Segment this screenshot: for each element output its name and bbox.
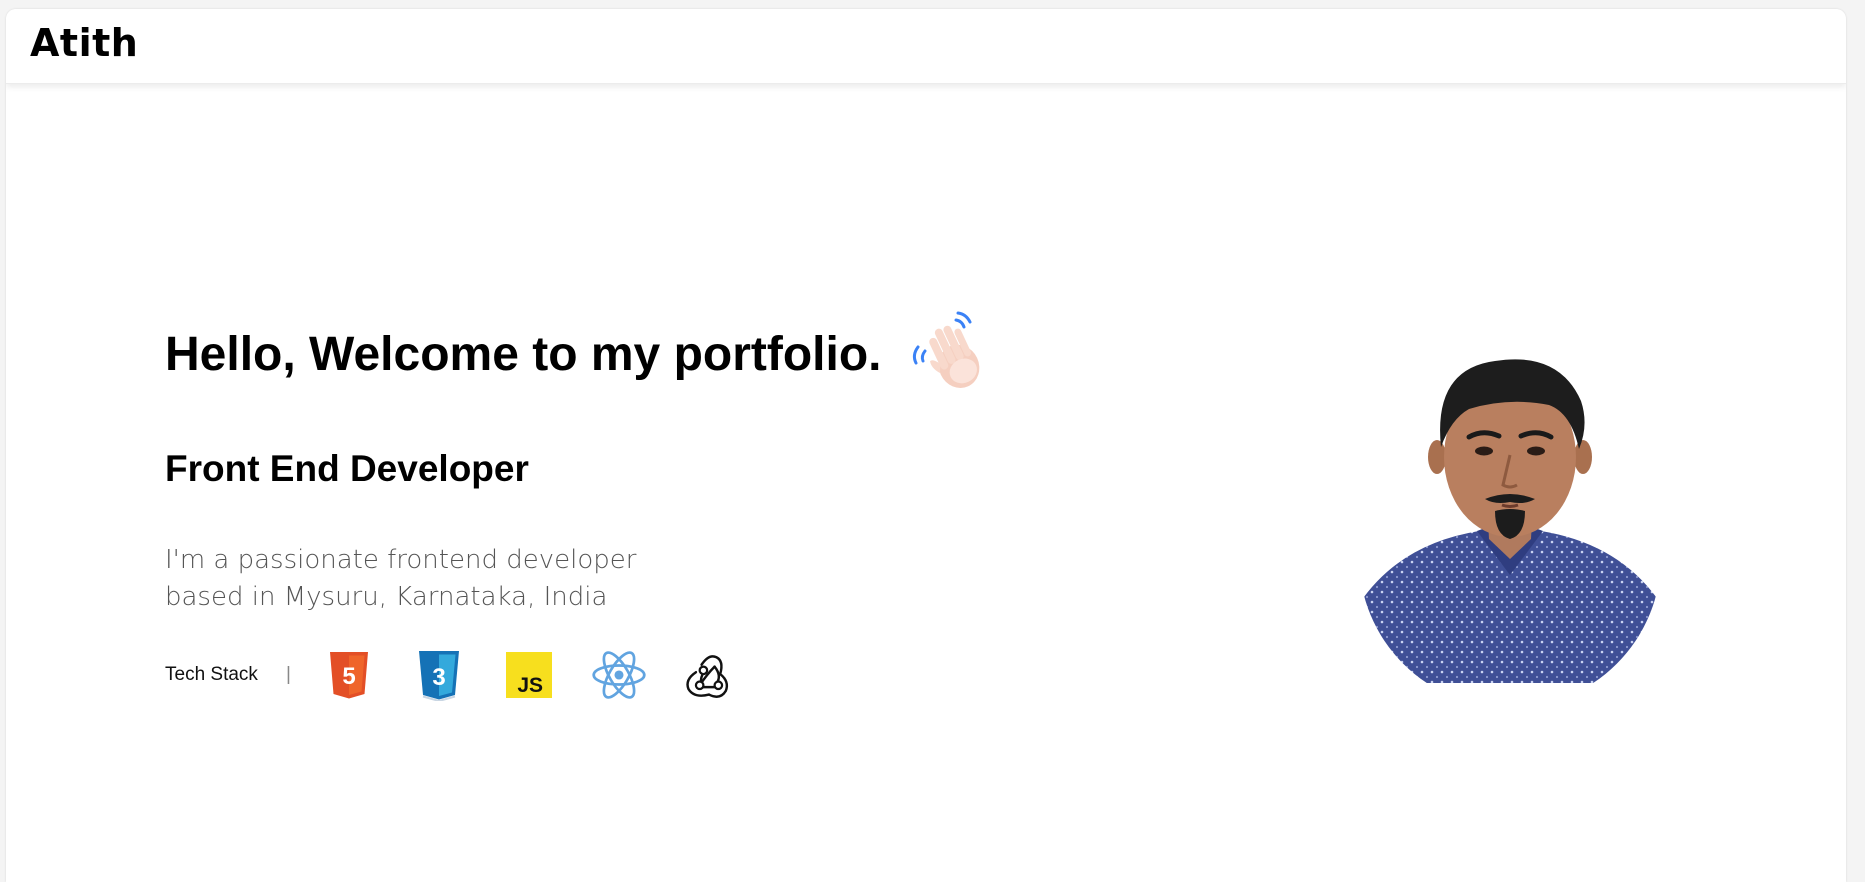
role-title: Front End Developer — [165, 448, 529, 489]
navbar: Atith — [6, 9, 1846, 84]
bio-line: based in Mysuru, Karnataka, India — [165, 582, 608, 612]
tech-stack-label: Tech Stack — [165, 664, 258, 685]
html5-icon: 5 — [321, 647, 377, 703]
javascript-icon: JS — [501, 647, 557, 703]
tech-stack: Tech Stack | 5 3 JS — [165, 645, 771, 705]
bio-line: I'm a passionate frontend developer — [165, 545, 637, 575]
profile-photo — [1359, 339, 1661, 683]
react-icon — [591, 647, 647, 703]
brand-logo[interactable]: Atith — [30, 24, 138, 62]
hero-title: Hello, Welcome to my portfolio. — [165, 328, 882, 381]
css3-icon: 3 — [411, 647, 467, 703]
waving-hand-icon — [906, 305, 996, 395]
javascript-icon-label: JS — [517, 674, 543, 697]
tech-stack-separator: | — [285, 664, 291, 685]
html5-icon-label: 5 — [342, 663, 355, 690]
page: Atith Hello, Welcome to my portfolio. Fr… — [6, 9, 1846, 882]
bio-text: I'm a passionate frontend developer base… — [165, 542, 725, 616]
css3-icon-label: 3 — [432, 664, 445, 691]
redux-icon — [681, 647, 737, 703]
